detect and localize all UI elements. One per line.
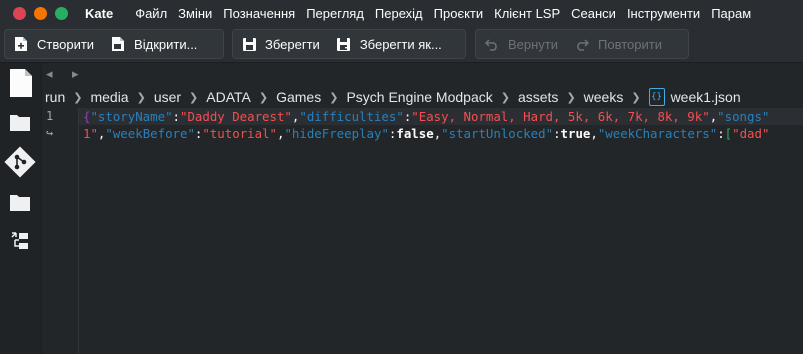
toolbar: Створити Відкрити... Зберегти Зберегти я…	[0, 26, 803, 63]
close-window-button[interactable]	[13, 6, 26, 20]
menu-edit[interactable]: Зміни	[178, 6, 212, 21]
line-number-gutter: 1 ↪	[42, 108, 79, 354]
menu-sessions[interactable]: Сеанси	[571, 6, 616, 21]
undo-button[interactable]: Вернути	[476, 30, 566, 58]
project-tree-icon[interactable]	[9, 230, 31, 252]
chevron-right-icon: ❯	[73, 91, 83, 104]
forward-arrow-icon[interactable]: ▸	[72, 66, 79, 82]
breadcrumb-item[interactable]: assets	[518, 89, 558, 105]
menu-lsp-client[interactable]: Клієнт LSP	[494, 6, 560, 21]
file-toolbar-group: Створити Відкрити...	[4, 29, 224, 59]
folder-icon[interactable]	[9, 111, 31, 133]
save-as-icon	[336, 36, 352, 52]
open-button[interactable]: Відкрити...	[102, 30, 205, 58]
breadcrumb-item[interactable]: run	[45, 89, 65, 105]
breadcrumb-item[interactable]: media	[90, 89, 128, 105]
tab-navigation-row: ◂ ▸	[42, 64, 803, 84]
breadcrumb-item[interactable]: user	[154, 89, 181, 105]
menu-settings[interactable]: Парам	[711, 6, 751, 21]
code-editor[interactable]: 1 ↪ {"storyName":"Daddy Dearest","diffic…	[42, 108, 803, 354]
window-controls	[13, 6, 68, 20]
breadcrumb-item[interactable]: weeks	[584, 89, 624, 105]
undo-icon	[484, 36, 500, 52]
chevron-right-icon: ❯	[631, 91, 641, 104]
menu-view[interactable]: Перегляд	[306, 6, 364, 21]
redo-icon	[574, 36, 590, 52]
chevron-right-icon: ❯	[258, 91, 269, 104]
breadcrumb-current-file[interactable]: week1.json	[671, 89, 741, 105]
git-icon[interactable]	[4, 146, 36, 178]
chevron-right-icon: ❯	[566, 91, 576, 104]
menu-go[interactable]: Перехід	[375, 6, 423, 21]
chevron-right-icon: ❯	[136, 91, 146, 104]
code-line-1-wrapped: 1","weekBefore":"tutorial","hideFreeplay…	[83, 126, 770, 141]
code-line-1: {"storyName":"Daddy Dearest","difficulti…	[83, 109, 770, 124]
menu-projects[interactable]: Проєкти	[434, 6, 484, 21]
json-file-icon: {}	[648, 88, 665, 106]
redo-button-label: Повторити	[598, 36, 662, 52]
save-as-button[interactable]: Зберегти як...	[328, 30, 450, 58]
redo-button[interactable]: Повторити	[566, 30, 670, 58]
minimize-window-button[interactable]	[34, 6, 47, 20]
save-button-label: Зберегти	[265, 36, 320, 52]
code-content[interactable]: {"storyName":"Daddy Dearest","difficulti…	[83, 108, 803, 168]
breadcrumb: run ❯ media ❯ user ❯ ADATA ❯ Games ❯ Psy…	[42, 86, 803, 108]
save-toolbar-group: Зберегти Зберегти як...	[232, 29, 466, 59]
menu-selection[interactable]: Позначення	[223, 6, 295, 21]
breadcrumb-item[interactable]: Psych Engine Modpack	[346, 89, 492, 105]
menu-tools[interactable]: Інструменти	[627, 6, 700, 21]
breadcrumb-item[interactable]: ADATA	[206, 89, 251, 105]
maximize-window-button[interactable]	[55, 6, 68, 20]
new-button[interactable]: Створити	[5, 30, 102, 58]
save-button[interactable]: Зберегти	[233, 30, 328, 58]
save-as-button-label: Зберегти як...	[359, 36, 442, 52]
app-title: Kate	[85, 5, 114, 21]
undo-button-label: Вернути	[508, 36, 559, 52]
wrap-indicator: ↪	[46, 126, 54, 140]
open-document-icon	[110, 36, 126, 52]
documents-panel-icon[interactable]	[9, 68, 33, 98]
open-button-label: Відкрити...	[134, 36, 198, 52]
left-sidebar	[0, 63, 42, 354]
save-icon	[241, 36, 257, 52]
menu-bar: Kate Файл Зміни Позначення Перегляд Пере…	[0, 0, 803, 26]
breadcrumb-item[interactable]: Games	[276, 89, 321, 105]
menu-file[interactable]: Файл	[135, 6, 167, 21]
line-number: 1	[46, 109, 54, 123]
chevron-right-icon: ❯	[189, 91, 199, 104]
back-arrow-icon[interactable]: ◂	[46, 66, 53, 82]
history-toolbar-group: Вернути Повторити	[475, 29, 689, 59]
folder-icon[interactable]	[9, 191, 31, 213]
new-document-icon	[13, 36, 29, 52]
chevron-right-icon: ❯	[500, 91, 510, 104]
chevron-right-icon: ❯	[329, 91, 339, 104]
new-button-label: Створити	[37, 36, 95, 52]
